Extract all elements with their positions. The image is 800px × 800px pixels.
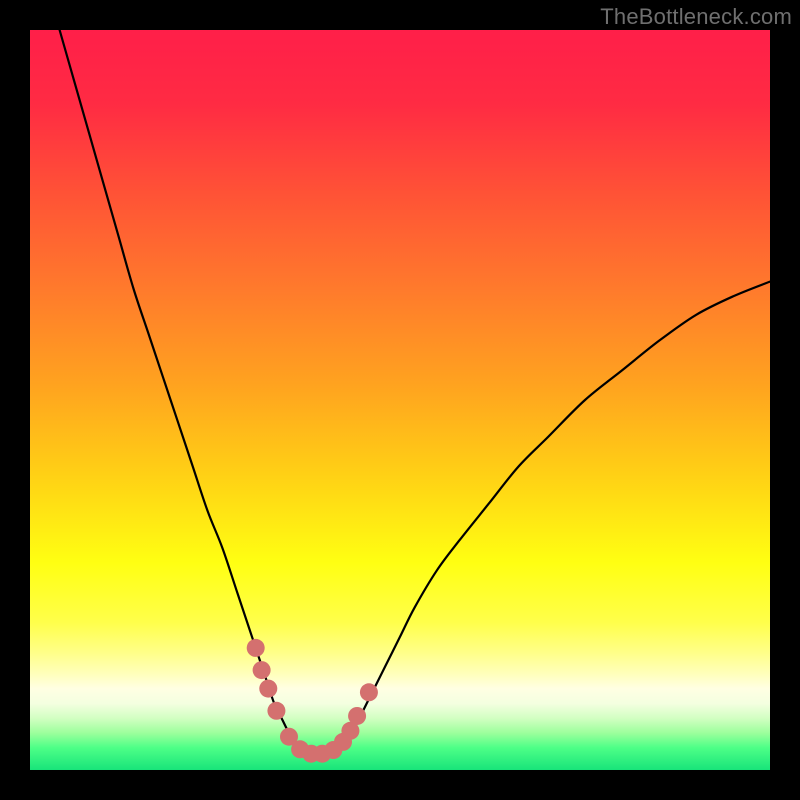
chart-frame: TheBottleneck.com (0, 0, 800, 800)
watermark-text: TheBottleneck.com (600, 4, 792, 30)
highlight-dot (247, 639, 265, 657)
highlight-dot (360, 683, 378, 701)
highlight-markers (247, 639, 378, 763)
bottleneck-curve (60, 30, 770, 755)
curve-layer (30, 30, 770, 770)
highlight-dot (253, 661, 271, 679)
highlight-dot (348, 707, 366, 725)
highlight-dot (267, 702, 285, 720)
highlight-dot (259, 680, 277, 698)
plot-area (30, 30, 770, 770)
